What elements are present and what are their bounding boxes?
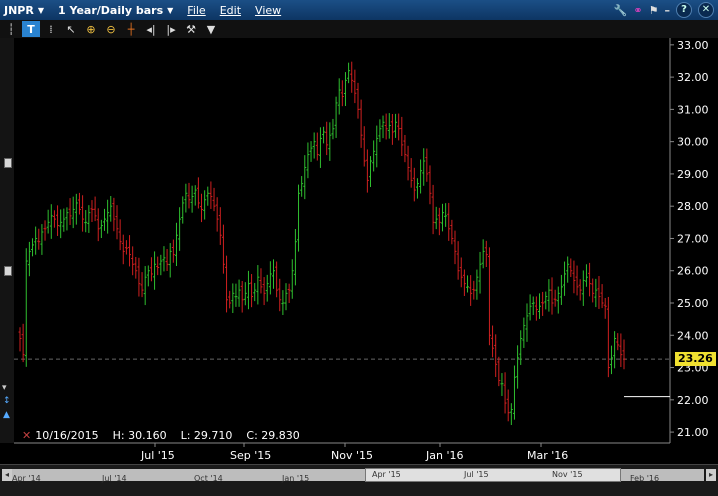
- help-icon[interactable]: ?: [676, 2, 692, 18]
- scroll-handle-bottom[interactable]: [4, 266, 12, 276]
- nav-left-arrow-icon[interactable]: ◂: [2, 469, 12, 481]
- menu-edit[interactable]: Edit: [220, 4, 241, 17]
- left-scroll-strip[interactable]: ▾ ↕ ▲: [0, 38, 14, 443]
- nav-label: Apr '14: [12, 474, 41, 483]
- close-info-icon[interactable]: ✕: [22, 429, 31, 442]
- price-chart[interactable]: 33.00 32.00 31.00 30.00 29.00 28.00 27.00 26.00…: [14, 38, 718, 464]
- x-tick-label: Sep '15: [230, 449, 271, 462]
- scroll-handle-top[interactable]: [4, 158, 12, 168]
- navigator-window[interactable]: Apr '15 Jul '15 Nov '15: [365, 468, 621, 482]
- nav-label: Jan '15: [282, 474, 310, 483]
- y-tick-label: 25.00: [677, 297, 709, 310]
- y-tick-label: 29.00: [677, 168, 709, 181]
- nav-label: Feb '16: [630, 474, 660, 483]
- y-tick-label: 22.00: [677, 394, 709, 407]
- link-icon[interactable]: ⚭: [633, 4, 642, 17]
- x-tick-label: Jul '15: [140, 449, 175, 462]
- nav-label: Oct '14: [194, 474, 223, 483]
- minimize-icon[interactable]: –: [665, 4, 671, 17]
- y-tick-label: 33.00: [677, 39, 709, 52]
- period-label: 1 Year/Daily bars: [58, 3, 164, 17]
- cursor-right-icon[interactable]: |▸: [162, 21, 180, 37]
- text-tool-icon[interactable]: T: [22, 21, 40, 37]
- more-options-icon[interactable]: ▼: [202, 21, 220, 37]
- chart-toolbar: ┆ T ⁞ ↖ ⊕ ⊖ ┼ ◂| |▸ ⚒ ▼: [0, 20, 718, 38]
- zoom-in-icon[interactable]: ⊕: [82, 21, 100, 37]
- y-tick-label: 21.00: [677, 426, 709, 439]
- crosshair-icon[interactable]: ┼: [122, 21, 140, 37]
- x-tick-label: Jan '16: [425, 449, 463, 462]
- nav-label: Apr '15: [372, 470, 401, 479]
- chevron-down-icon: ▼: [167, 5, 174, 15]
- y-tick-label: 26.00: [677, 265, 709, 278]
- expand-icon[interactable]: ▲: [3, 410, 10, 420]
- period-selector[interactable]: 1 Year/Daily bars ▼: [58, 4, 173, 17]
- menu-file[interactable]: File: [187, 4, 205, 17]
- nav-label: Nov '15: [552, 470, 583, 479]
- info-low: L: 29.710: [180, 429, 233, 442]
- time-navigator[interactable]: ◂ Apr '14 Jul '14 Oct '14 Jan '15 Apr '1…: [0, 464, 718, 496]
- nav-right-arrow-icon[interactable]: ▸: [706, 469, 716, 481]
- bar-cursor-icon[interactable]: ┆: [2, 21, 20, 37]
- window-controls: 🔧 ⚭ ⚑ – ? ✕: [614, 2, 714, 18]
- info-line: ✕ 10/16/2015 H: 30.160 L: 29.710 C: 29.8…: [22, 429, 300, 442]
- info-date: 10/16/2015: [35, 429, 99, 442]
- info-close: C: 29.830: [246, 429, 300, 442]
- last-price-tag: 23.26: [675, 352, 716, 367]
- x-tick-label: Nov '15: [331, 449, 373, 462]
- zoom-out-icon[interactable]: ⊖: [102, 21, 120, 37]
- y-tick-label: 28.00: [677, 200, 709, 213]
- title-bar: JNPR ▼ 1 Year/Daily bars ▼ File Edit Vie…: [0, 0, 718, 20]
- wrench-icon[interactable]: 🔧: [614, 4, 628, 17]
- y-tick-label: 24.00: [677, 329, 709, 342]
- y-tick-label: 30.00: [677, 136, 709, 149]
- pointer-icon[interactable]: ↖: [62, 21, 80, 37]
- x-tick-label: Mar '16: [527, 449, 568, 462]
- menu-view[interactable]: View: [255, 4, 281, 17]
- y-tick-label: 32.00: [677, 71, 709, 84]
- scroll-down-icon[interactable]: ▾: [2, 383, 7, 393]
- info-icon[interactable]: ↕: [3, 396, 11, 406]
- symbol-label: JNPR: [4, 3, 34, 17]
- nav-label: Jul '14: [102, 474, 127, 483]
- symbol-selector[interactable]: JNPR ▼: [4, 4, 44, 17]
- settings-icon[interactable]: ⚒: [182, 21, 200, 37]
- y-tick-label: 31.00: [677, 103, 709, 116]
- chevron-down-icon: ▼: [37, 5, 44, 15]
- y-tick-label: 27.00: [677, 232, 709, 245]
- nav-label: Jul '15: [464, 470, 489, 479]
- close-icon[interactable]: ✕: [698, 2, 714, 18]
- info-high: H: 30.160: [112, 429, 167, 442]
- cursor-left-icon[interactable]: ◂|: [142, 21, 160, 37]
- flag-icon[interactable]: ⚑: [649, 4, 659, 17]
- crosshair-grid-icon[interactable]: ⁞: [42, 21, 60, 37]
